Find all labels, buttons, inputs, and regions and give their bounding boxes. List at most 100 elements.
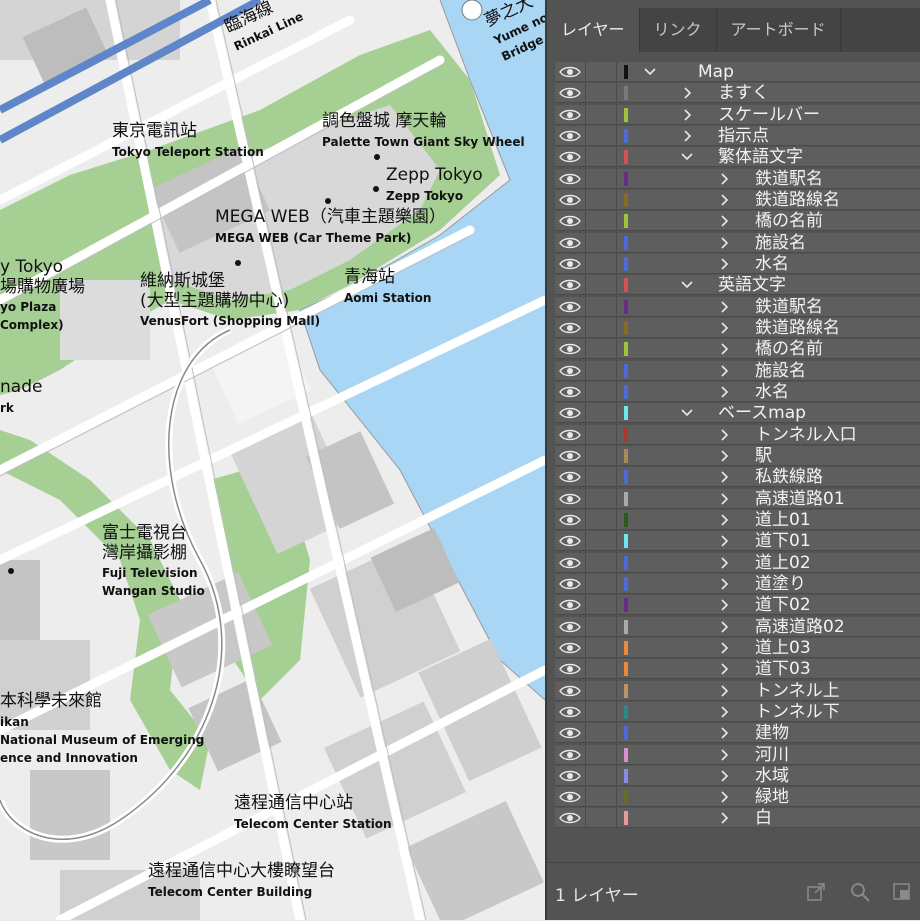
lock-toggle[interactable] [586,680,617,701]
lock-toggle[interactable] [586,509,617,530]
layer-row[interactable]: 道下02 [555,595,920,616]
layer-row[interactable]: 緑地 [555,787,920,808]
chevron-right-icon[interactable] [717,469,731,485]
layer-row[interactable]: 道上03 [555,637,920,658]
lock-toggle[interactable] [586,467,617,488]
visibility-eye-icon[interactable] [555,659,586,680]
layer-row[interactable]: ベースmap [555,403,920,424]
layer-row[interactable]: 橋の名前 [555,339,920,360]
layer-row[interactable]: トンネル入口 [555,424,920,445]
lock-toggle[interactable] [586,211,617,232]
layer-row[interactable]: 河川 [555,744,920,765]
layer-row[interactable]: 施設名 [555,232,920,253]
search-icon[interactable] [849,881,871,903]
layer-row[interactable]: トンネル上 [555,680,920,701]
layer-row[interactable]: 鉄道路線名 [555,317,920,338]
visibility-eye-icon[interactable] [555,424,586,445]
layer-row[interactable]: 道下01 [555,531,920,552]
new-layer-icon[interactable] [891,881,913,903]
tab-layers[interactable]: レイヤー [547,8,640,52]
layer-row[interactable]: 施設名 [555,360,920,381]
chevron-right-icon[interactable] [717,619,731,635]
chevron-right-icon[interactable] [717,640,731,656]
visibility-eye-icon[interactable] [555,253,586,274]
lock-toggle[interactable] [586,104,617,125]
chevron-right-icon[interactable] [717,704,731,720]
layer-row[interactable]: 白 [555,808,920,829]
visibility-eye-icon[interactable] [555,680,586,701]
lock-toggle[interactable] [586,360,617,381]
lock-toggle[interactable] [586,168,617,189]
lock-toggle[interactable] [586,253,617,274]
lock-toggle[interactable] [586,573,617,594]
chevron-right-icon[interactable] [717,192,731,208]
chevron-right-icon[interactable] [717,341,731,357]
chevron-right-icon[interactable] [717,747,731,763]
layer-row[interactable]: 駅 [555,445,920,466]
chevron-right-icon[interactable] [717,256,731,272]
chevron-right-icon[interactable] [717,533,731,549]
lock-toggle[interactable] [586,62,617,82]
chevron-right-icon[interactable] [717,213,731,229]
chevron-right-icon[interactable] [717,384,731,400]
layer-row[interactable]: 水名 [555,381,920,402]
export-icon[interactable] [805,881,827,903]
chevron-right-icon[interactable] [717,810,731,826]
lock-toggle[interactable] [586,808,617,829]
layer-row[interactable]: 水名 [555,253,920,274]
lock-toggle[interactable] [586,424,617,445]
chevron-right-icon[interactable] [717,555,731,571]
visibility-eye-icon[interactable] [555,701,586,722]
chevron-right-icon[interactable] [717,576,731,592]
layer-row[interactable]: 道塗り [555,573,920,594]
visibility-eye-icon[interactable] [555,595,586,616]
layer-row[interactable]: 鉄道路線名 [555,189,920,210]
layer-row[interactable]: 高速道路01 [555,488,920,509]
visibility-eye-icon[interactable] [555,467,586,488]
lock-toggle[interactable] [586,296,617,317]
chevron-right-icon[interactable] [717,725,731,741]
visibility-eye-icon[interactable] [555,296,586,317]
chevron-down-icon[interactable] [680,149,694,165]
chevron-right-icon[interactable] [680,128,694,144]
chevron-right-icon[interactable] [717,320,731,336]
chevron-right-icon[interactable] [717,491,731,507]
lock-toggle[interactable] [586,232,617,253]
chevron-right-icon[interactable] [717,789,731,805]
visibility-eye-icon[interactable] [555,616,586,637]
visibility-eye-icon[interactable] [555,765,586,786]
chevron-right-icon[interactable] [717,768,731,784]
layer-row[interactable]: 水域 [555,765,920,786]
lock-toggle[interactable] [586,445,617,466]
visibility-eye-icon[interactable] [555,125,586,146]
visibility-eye-icon[interactable] [555,275,586,296]
visibility-eye-icon[interactable] [555,168,586,189]
chevron-right-icon[interactable] [717,661,731,677]
lock-toggle[interactable] [586,381,617,402]
lock-toggle[interactable] [586,723,617,744]
layer-row[interactable]: 道上01 [555,509,920,530]
lock-toggle[interactable] [586,125,617,146]
visibility-eye-icon[interactable] [555,232,586,253]
visibility-eye-icon[interactable] [555,360,586,381]
visibility-eye-icon[interactable] [555,573,586,594]
visibility-eye-icon[interactable] [555,488,586,509]
visibility-eye-icon[interactable] [555,509,586,530]
chevron-right-icon[interactable] [717,427,731,443]
layer-row[interactable]: 橋の名前 [555,211,920,232]
layer-row[interactable]: 繁体語文字 [555,147,920,168]
layer-row[interactable]: 指示点 [555,125,920,146]
layer-row[interactable]: Map [555,62,920,82]
layer-row[interactable]: トンネル下 [555,701,920,722]
visibility-eye-icon[interactable] [555,403,586,424]
chevron-right-icon[interactable] [717,363,731,379]
lock-toggle[interactable] [586,787,617,808]
layer-row[interactable]: 道上02 [555,552,920,573]
chevron-right-icon[interactable] [717,683,731,699]
lock-toggle[interactable] [586,147,617,168]
lock-toggle[interactable] [586,595,617,616]
map-canvas[interactable]: 臨海線 Rinkai Line 夢之大 Yume no Bridge 東京電訊站… [0,0,545,920]
visibility-eye-icon[interactable] [555,104,586,125]
visibility-eye-icon[interactable] [555,445,586,466]
lock-toggle[interactable] [586,403,617,424]
